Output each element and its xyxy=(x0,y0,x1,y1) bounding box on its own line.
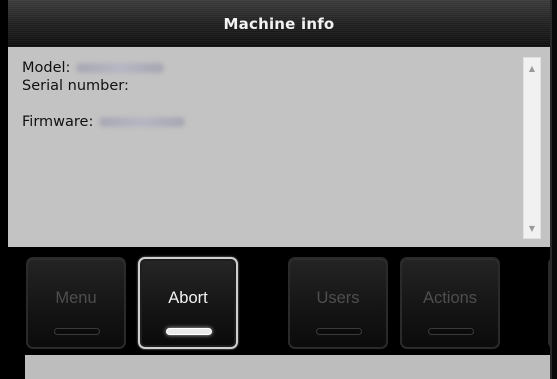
arrow-down-icon[interactable]: ▼ xyxy=(524,220,540,236)
actions-button[interactable]: Actions xyxy=(400,257,500,349)
firmware-value-redacted xyxy=(99,117,186,127)
abort-button-indicator xyxy=(166,328,212,335)
abort-button[interactable]: Abort xyxy=(138,257,238,349)
model-value-redacted xyxy=(76,63,165,73)
abort-button-label: Abort xyxy=(168,289,208,307)
serial-label: Serial number: xyxy=(22,78,129,94)
firmware-label: Firmware: xyxy=(22,114,94,130)
vertical-scrollbar[interactable]: ▲ ▼ xyxy=(523,57,541,239)
info-panel[interactable]: Model: Serial number: Firmware: ▲ ▼ xyxy=(8,47,550,247)
actions-button-indicator xyxy=(428,328,474,335)
firmware-line: Firmware: xyxy=(22,113,186,131)
menu-button-indicator xyxy=(54,328,100,335)
actions-button-label: Actions xyxy=(422,289,478,307)
users-button-indicator xyxy=(316,328,362,335)
menu-button[interactable]: Menu xyxy=(26,257,126,349)
title-bar: Machine info xyxy=(8,0,550,47)
right-edge xyxy=(550,0,557,379)
status-strip xyxy=(25,355,550,379)
machine-info-screen: Machine info Model: Serial number: Firmw… xyxy=(0,0,557,379)
serial-line: Serial number: xyxy=(22,77,185,95)
users-button[interactable]: Users xyxy=(288,257,388,349)
button-bar: Menu Abort Users Actions xyxy=(8,247,557,355)
model-label: Model: xyxy=(22,60,71,76)
window-title: Machine info xyxy=(223,14,335,33)
model-line: Model: xyxy=(22,59,185,77)
arrow-up-icon[interactable]: ▲ xyxy=(524,60,540,76)
users-button-label: Users xyxy=(316,289,360,307)
info-text: Model: Serial number: Firmware: xyxy=(22,59,186,131)
menu-button-label: Menu xyxy=(55,289,97,307)
